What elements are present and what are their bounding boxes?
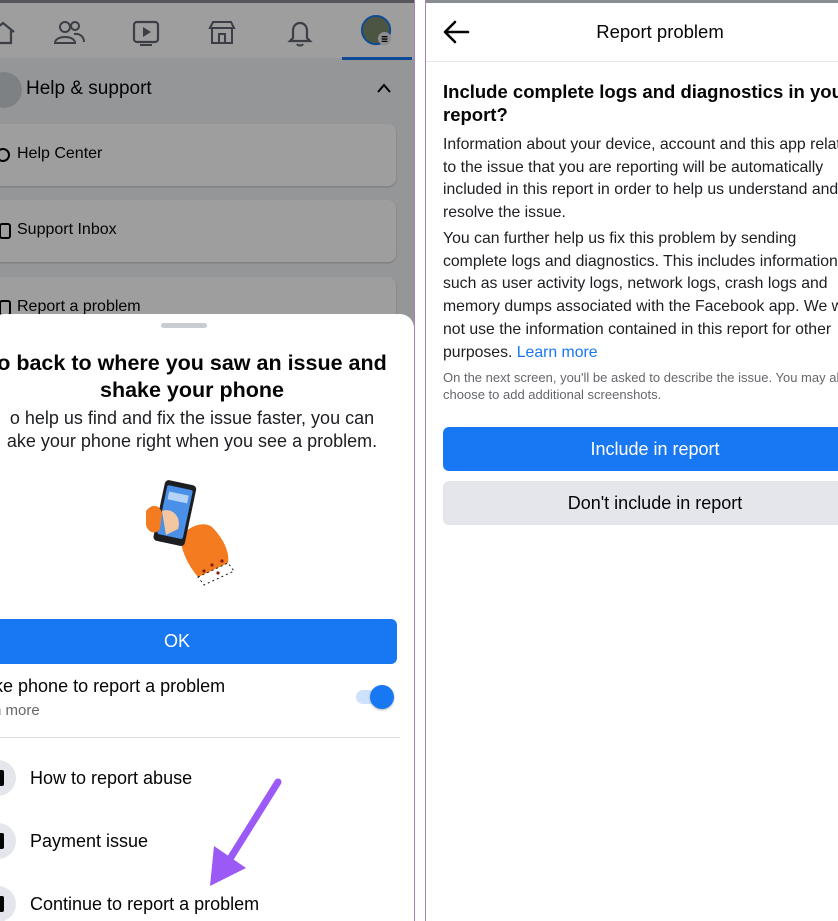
next-screen-note: On the next screen, you'll be asked to d…	[443, 370, 838, 402]
dont-include-label: Don't include in report	[567, 493, 743, 513]
sheet-description: o help us find and fix the issue faster,…	[0, 407, 394, 453]
modal-scrim[interactable]	[0, 0, 414, 330]
info-paragraph-2-text: You can further help us fix this problem…	[443, 230, 838, 361]
info-paragraph-2: You can further help us fix this problem…	[443, 228, 838, 364]
shake-toggle[interactable]	[356, 685, 394, 709]
left-screen: Help & support Help Center Support Inbox…	[0, 0, 414, 921]
annotation-arrow	[210, 778, 282, 886]
sheet-title: o back to where you saw an issue and sha…	[0, 350, 394, 404]
divider	[0, 737, 400, 738]
ok-button-label: OK	[164, 631, 191, 651]
screen-divider	[414, 0, 426, 921]
dialog-heading: Include complete logs and diagnostics in…	[443, 81, 838, 125]
shake-phone-illustration	[146, 480, 235, 586]
report-abuse-icon	[0, 760, 16, 796]
report-problem-header: Report problem	[426, 3, 838, 62]
bug-icon	[0, 886, 16, 921]
sheet-desc-line1: o help us find and fix the issue faster,…	[9, 408, 375, 428]
payment-icon	[0, 823, 16, 859]
toggle-knob	[370, 685, 394, 709]
ok-button[interactable]: OK	[0, 619, 397, 664]
info-paragraph-1: Information about your device, account a…	[443, 136, 838, 222]
sheet-desc-line2: ake your phone right when you see a prob…	[6, 431, 378, 451]
shake-learn-more-link[interactable]: rn more	[0, 702, 40, 719]
sheet-title-line2: shake your phone	[100, 378, 284, 402]
payment-issue-label: Payment issue	[30, 831, 149, 851]
sheet-title-line1: o back to where you saw an issue and	[0, 351, 387, 375]
continue-report-label: Continue to report a problem	[30, 894, 260, 914]
include-in-report-button[interactable]: Include in report	[443, 427, 838, 471]
report-abuse-label: How to report abuse	[30, 768, 193, 788]
include-in-report-label: Include in report	[590, 439, 720, 459]
shake-to-report-label: ake phone to report a problem	[0, 676, 226, 696]
sheet-drag-handle[interactable]	[161, 323, 207, 328]
right-screen: Report problem Include complete logs and…	[426, 0, 838, 921]
dont-include-button[interactable]: Don't include in report	[443, 481, 838, 525]
learn-more-link[interactable]: Learn more	[517, 344, 598, 361]
page-title: Report problem	[596, 21, 724, 42]
